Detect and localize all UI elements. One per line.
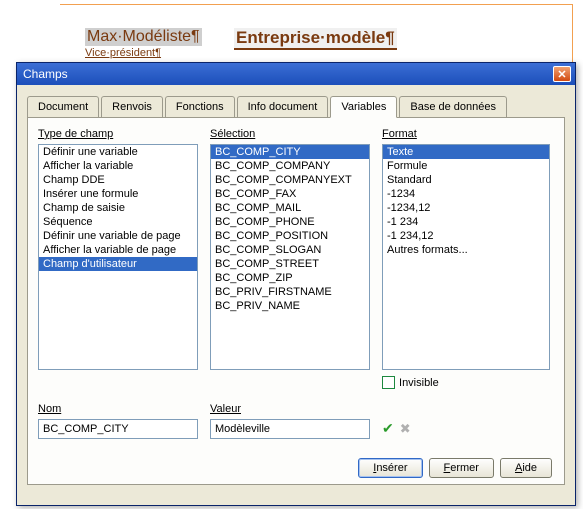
list-item[interactable]: BC_COMP_COMPANY	[211, 159, 369, 173]
tab-base-de-données[interactable]: Base de données	[399, 96, 507, 118]
type-listbox[interactable]: Définir une variableAfficher la variable…	[38, 144, 198, 370]
format-label: Format	[382, 128, 550, 140]
type-label: Type de champ	[38, 128, 198, 140]
name-input[interactable]	[38, 419, 198, 439]
list-item[interactable]: Champ DDE	[39, 173, 197, 187]
list-item[interactable]: BC_COMP_COMPANYEXT	[211, 173, 369, 187]
list-item[interactable]: Standard	[383, 173, 549, 187]
tab-strip: DocumentRenvoisFonctionsInfo documentVar…	[27, 96, 565, 118]
dialog-titlebar[interactable]: Champs ✕	[17, 63, 575, 85]
tab-info-document[interactable]: Info document	[237, 96, 329, 118]
list-item[interactable]: BC_COMP_ZIP	[211, 271, 369, 285]
invisible-checkbox[interactable]	[382, 376, 395, 389]
insert-button[interactable]: Insérer	[358, 458, 422, 478]
tab-variables[interactable]: Variables	[330, 96, 397, 118]
list-item[interactable]: BC_PRIV_FIRSTNAME	[211, 285, 369, 299]
list-item[interactable]: -1234	[383, 187, 549, 201]
list-item[interactable]: BC_COMP_CITY	[211, 145, 369, 159]
selection-label: Sélection	[210, 128, 370, 140]
value-input[interactable]	[210, 419, 370, 439]
list-item[interactable]: -1 234	[383, 215, 549, 229]
list-item[interactable]: Texte	[383, 145, 549, 159]
list-item[interactable]: Afficher la variable	[39, 159, 197, 173]
invisible-label: Invisible	[399, 377, 439, 389]
doc-name-field: Max·Modéliste¶	[85, 28, 202, 46]
cancel-icon[interactable]: ✖	[400, 421, 411, 437]
selection-listbox[interactable]: BC_COMP_CITYBC_COMP_COMPANYBC_COMP_COMPA…	[210, 144, 370, 370]
name-label: Nom	[38, 403, 198, 415]
dialog-title: Champs	[23, 67, 68, 81]
doc-company-field: Entreprise·modèle¶	[234, 28, 397, 50]
close-button[interactable]: Fermer	[429, 458, 494, 478]
list-item[interactable]: Formule	[383, 159, 549, 173]
list-item[interactable]: BC_COMP_POSITION	[211, 229, 369, 243]
list-item[interactable]: Autres formats...	[383, 243, 549, 257]
tab-body-variables: Type de champ Définir une variableAffich…	[27, 117, 565, 485]
list-item[interactable]: Définir une variable de page	[39, 229, 197, 243]
list-item[interactable]: BC_PRIV_NAME	[211, 299, 369, 313]
doc-subtitle-field: Vice·président¶	[85, 47, 161, 59]
tab-document[interactable]: Document	[27, 96, 99, 118]
fields-dialog: Champs ✕ DocumentRenvoisFonctionsInfo do…	[16, 62, 576, 506]
list-item[interactable]: Champ d'utilisateur	[39, 257, 197, 271]
tab-fonctions[interactable]: Fonctions	[165, 96, 235, 118]
list-item[interactable]: BC_COMP_MAIL	[211, 201, 369, 215]
apply-icon[interactable]: ✔	[382, 420, 394, 437]
close-icon[interactable]: ✕	[553, 66, 571, 82]
list-item[interactable]: BC_COMP_SLOGAN	[211, 243, 369, 257]
help-button[interactable]: Aide	[500, 458, 552, 478]
list-item[interactable]: Champ de saisie	[39, 201, 197, 215]
list-item[interactable]: Séquence	[39, 215, 197, 229]
list-item[interactable]: -1234,12	[383, 201, 549, 215]
list-item[interactable]: BC_COMP_FAX	[211, 187, 369, 201]
list-item[interactable]: BC_COMP_PHONE	[211, 215, 369, 229]
list-item[interactable]: Insérer une formule	[39, 187, 197, 201]
value-label: Valeur	[210, 403, 370, 415]
format-listbox[interactable]: TexteFormuleStandard-1234-1234,12-1 234-…	[382, 144, 550, 370]
list-item[interactable]: -1 234,12	[383, 229, 549, 243]
list-item[interactable]: Définir une variable	[39, 145, 197, 159]
list-item[interactable]: BC_COMP_STREET	[211, 257, 369, 271]
list-item[interactable]: Afficher la variable de page	[39, 243, 197, 257]
tab-renvois[interactable]: Renvois	[101, 96, 163, 118]
